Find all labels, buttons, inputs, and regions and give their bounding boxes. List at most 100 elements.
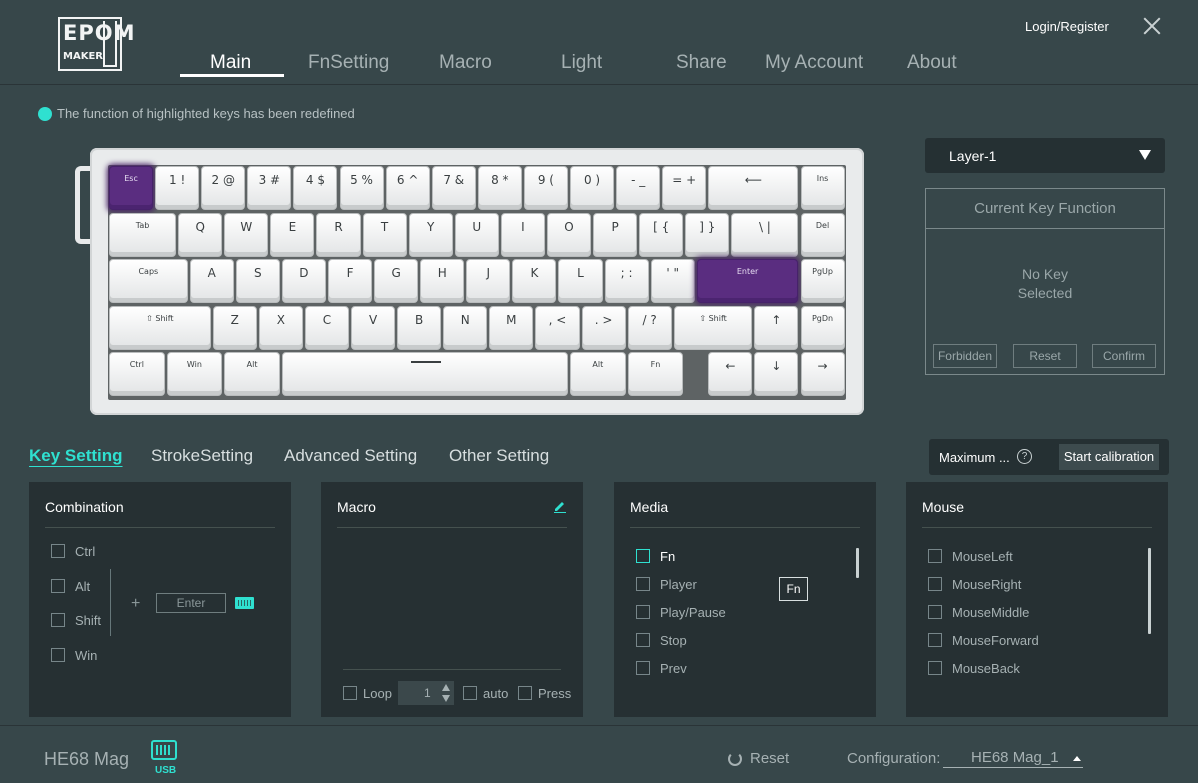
- key-x[interactable]: X: [258, 305, 303, 350]
- key-i[interactable]: I: [500, 212, 545, 257]
- subtab-stroke-setting[interactable]: StrokeSetting: [151, 446, 253, 466]
- key-b[interactable]: B: [397, 305, 442, 350]
- key-sym-1-12[interactable]: ] }: [685, 212, 730, 257]
- shift-checkbox[interactable]: [51, 613, 65, 627]
- media-item-stop-checkbox[interactable]: [636, 633, 650, 647]
- key-t[interactable]: T: [362, 212, 407, 257]
- key-m[interactable]: M: [489, 305, 534, 350]
- key-sym-0-13[interactable]: ⟵: [708, 166, 799, 210]
- key-shift[interactable]: ⇧ Shift: [673, 305, 753, 350]
- key-fn[interactable]: Fn: [627, 352, 684, 396]
- key-a[interactable]: A: [189, 259, 234, 303]
- key-alt[interactable]: Alt: [570, 352, 626, 396]
- key-5[interactable]: 5 %: [339, 166, 384, 210]
- media-scrollbar[interactable]: [856, 548, 859, 578]
- auto-checkbox[interactable]: [463, 686, 477, 700]
- key-ins[interactable]: Ins: [800, 166, 845, 210]
- key-ctrl[interactable]: Ctrl: [109, 352, 165, 396]
- stepper-down-icon[interactable]: [442, 695, 450, 702]
- press-checkbox[interactable]: [518, 686, 532, 700]
- key-sym-4-6[interactable]: ←: [708, 352, 753, 396]
- key-sym-0-11[interactable]: - _: [616, 166, 661, 210]
- key-f[interactable]: F: [327, 259, 373, 303]
- key-k[interactable]: K: [512, 259, 557, 303]
- key-sym-1-13[interactable]: \ |: [731, 212, 799, 257]
- help-icon[interactable]: ?: [1017, 449, 1032, 464]
- key-8[interactable]: 8 *: [477, 166, 522, 210]
- key-sym-3-12[interactable]: ↑: [754, 305, 799, 350]
- key-0[interactable]: 0 ): [570, 166, 615, 210]
- key-sym-2-10[interactable]: ; :: [604, 259, 649, 303]
- close-icon[interactable]: [1141, 15, 1163, 37]
- key-j[interactable]: J: [466, 259, 511, 303]
- key-space[interactable]: [281, 352, 568, 396]
- key-sym-0-12[interactable]: = +: [662, 166, 707, 210]
- key-y[interactable]: Y: [408, 212, 453, 257]
- key-4[interactable]: 4 $: [293, 166, 338, 210]
- ctrl-checkbox[interactable]: [51, 544, 65, 558]
- media-item-fn-checkbox[interactable]: [636, 549, 650, 563]
- stepper-up-icon[interactable]: [442, 684, 450, 691]
- key-sym-3-8[interactable]: , <: [535, 305, 580, 350]
- loop-checkbox[interactable]: [343, 686, 357, 700]
- key-pgup[interactable]: PgUp: [800, 259, 845, 303]
- mouse-item-back-checkbox[interactable]: [928, 661, 942, 675]
- mouse-item-middle-checkbox[interactable]: [928, 605, 942, 619]
- mouse-item-right-checkbox[interactable]: [928, 577, 942, 591]
- mouse-scrollbar[interactable]: [1148, 548, 1151, 634]
- key-n[interactable]: N: [443, 305, 488, 350]
- tab-light[interactable]: Light: [561, 52, 602, 74]
- key-enter[interactable]: Enter: [696, 259, 799, 303]
- tab-about[interactable]: About: [907, 52, 957, 74]
- forbidden-button[interactable]: Forbidden: [933, 344, 997, 368]
- tab-macro[interactable]: Macro: [439, 52, 492, 74]
- key-sym-3-10[interactable]: / ?: [627, 305, 672, 350]
- key-u[interactable]: U: [454, 212, 499, 257]
- edit-pencil-icon[interactable]: [553, 499, 567, 513]
- key-pgdn[interactable]: PgDn: [800, 305, 845, 350]
- tab-my-account[interactable]: My Account: [765, 52, 863, 74]
- media-item-playpause-checkbox[interactable]: [636, 605, 650, 619]
- key-h[interactable]: H: [420, 259, 465, 303]
- mouse-item-forward-checkbox[interactable]: [928, 633, 942, 647]
- key-e[interactable]: E: [270, 212, 315, 257]
- key-w[interactable]: W: [224, 212, 269, 257]
- key-c[interactable]: C: [304, 305, 350, 350]
- tab-share[interactable]: Share: [676, 52, 727, 74]
- key-d[interactable]: D: [281, 259, 326, 303]
- combination-key-field[interactable]: Enter: [156, 593, 226, 613]
- tab-fnsetting[interactable]: FnSetting: [308, 52, 389, 74]
- alt-checkbox[interactable]: [51, 579, 65, 593]
- subtab-advanced-setting[interactable]: Advanced Setting: [284, 446, 417, 466]
- key-7[interactable]: 7 &: [431, 166, 476, 210]
- key-s[interactable]: S: [235, 259, 280, 303]
- key-del[interactable]: Del: [800, 212, 845, 257]
- key-sym-1-11[interactable]: [ {: [639, 212, 684, 257]
- key-1[interactable]: 1 !: [155, 166, 200, 210]
- subtab-key-setting[interactable]: Key Setting: [29, 446, 123, 466]
- key-sym-4-8[interactable]: →: [800, 352, 845, 396]
- key-tab[interactable]: Tab: [109, 212, 177, 257]
- subtab-other-setting[interactable]: Other Setting: [449, 446, 549, 466]
- reset-all-button[interactable]: Reset: [728, 750, 789, 767]
- key-shift[interactable]: ⇧ Shift: [109, 305, 211, 350]
- reset-key-button[interactable]: Reset: [1013, 344, 1077, 368]
- key-alt[interactable]: Alt: [224, 352, 280, 396]
- key-2[interactable]: 2 @: [201, 166, 246, 210]
- key-v[interactable]: V: [351, 305, 396, 350]
- key-3[interactable]: 3 #: [247, 166, 292, 210]
- key-6[interactable]: 6 ^: [385, 166, 430, 210]
- key-esc[interactable]: Esc: [109, 166, 154, 210]
- keyboard-icon[interactable]: [235, 597, 254, 609]
- key-win[interactable]: Win: [166, 352, 223, 396]
- key-g[interactable]: G: [374, 259, 419, 303]
- layer-select[interactable]: Layer-1: [925, 138, 1165, 173]
- key-p[interactable]: P: [593, 212, 638, 257]
- key-sym-3-9[interactable]: . >: [581, 305, 626, 350]
- loop-count-stepper[interactable]: 1: [398, 681, 454, 705]
- key-o[interactable]: O: [546, 212, 592, 257]
- tab-main[interactable]: Main: [210, 52, 251, 74]
- win-checkbox[interactable]: [51, 648, 65, 662]
- start-calibration-button[interactable]: Start calibration: [1059, 444, 1159, 470]
- key-l[interactable]: L: [558, 259, 603, 303]
